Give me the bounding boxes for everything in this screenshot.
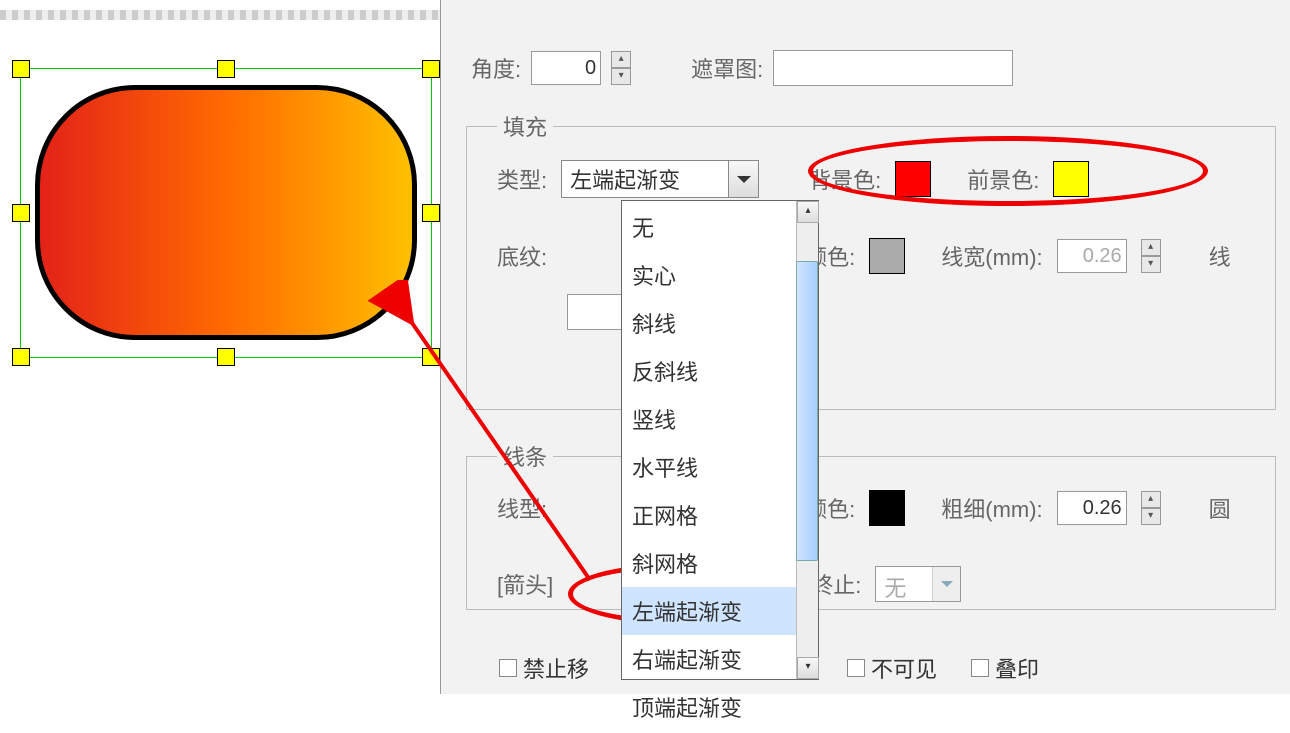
chevron-up-icon[interactable]: ▴ (611, 51, 631, 68)
line-color-swatch[interactable] (869, 490, 905, 526)
fill-type-option[interactable]: 无 (622, 203, 818, 251)
canvas-area[interactable] (0, 10, 440, 380)
mask-label: 遮罩图: (691, 52, 763, 84)
properties-panel: 角度: 0 ▴▾ 遮罩图: 填充 类型: 左端起渐变 背景色: 前景色: 底纹: (440, 0, 1290, 694)
arrow-label: [箭头] (497, 568, 553, 600)
fill-type-dropdown-list[interactable]: 无实心斜线反斜线竖线水平线正网格斜网格左端起渐变右端起渐变顶端起渐变 ▴ ▾ (621, 200, 819, 680)
handle-mid-right[interactable] (422, 204, 440, 222)
bg-color-label: 背景色: (809, 163, 881, 195)
fill-linewidth-spinner[interactable]: ▴▾ (1141, 239, 1161, 273)
fill-type-option[interactable]: 水平线 (622, 443, 818, 491)
top-row: 角度: 0 ▴▾ 遮罩图: (471, 50, 1013, 86)
fill-type-option[interactable]: 右端起渐变 (622, 635, 818, 683)
checkbox-box-icon (971, 659, 989, 677)
line-round-label: 圆 (1209, 492, 1231, 524)
angle-spinner[interactable]: ▴▾ (611, 51, 631, 85)
fill-line-color-swatch[interactable] (869, 238, 905, 274)
fill-type-dropdown-button[interactable] (728, 161, 758, 197)
scroll-down-button[interactable]: ▾ (797, 657, 819, 679)
fill-linewidth-label: 线宽(mm): (941, 240, 1042, 272)
lock-checkbox[interactable]: 禁止移 (499, 652, 589, 684)
scroll-up-button[interactable]: ▴ (797, 201, 819, 223)
handle-top-left[interactable] (12, 60, 30, 78)
overprint-checkbox[interactable]: 叠印 (971, 652, 1039, 684)
lock-label: 禁止移 (523, 652, 589, 684)
fg-color-label: 前景色: (967, 163, 1039, 195)
line-width-label: 粗细(mm): (941, 492, 1042, 524)
selection-bounds (20, 68, 432, 358)
angle-label: 角度: (471, 52, 521, 84)
fill-type-option[interactable]: 竖线 (622, 395, 818, 443)
scroll-thumb[interactable] (796, 261, 818, 561)
handle-bottom-right[interactable] (422, 348, 440, 366)
end-combo[interactable]: 无 (875, 566, 961, 602)
fill-type-option[interactable]: 斜网格 (622, 539, 818, 587)
fill-type-option[interactable]: 左端起渐变 (622, 587, 818, 635)
fill-legend: 填充 (497, 110, 553, 142)
mask-input[interactable] (773, 50, 1013, 86)
bg-color-swatch[interactable] (895, 161, 931, 197)
handle-bottom-center[interactable] (217, 348, 235, 366)
fill-group: 填充 类型: 左端起渐变 背景色: 前景色: 底纹: 颜色: 线宽(mm): 0… (466, 110, 1276, 410)
chevron-down-icon[interactable]: ▾ (611, 68, 631, 85)
handle-mid-left[interactable] (12, 204, 30, 222)
fill-linewidth-input[interactable]: 0.26 (1057, 239, 1127, 273)
fill-type-label: 类型: (497, 163, 547, 195)
invisible-label: 不可见 (871, 652, 937, 684)
invisible-checkbox[interactable]: 不可见 (847, 652, 937, 684)
scrollbar-track[interactable]: ▴ ▾ (796, 201, 818, 679)
handle-top-center[interactable] (217, 60, 235, 78)
fill-type-option[interactable]: 斜线 (622, 299, 818, 347)
handle-top-right[interactable] (422, 60, 440, 78)
pattern-label: 底纹: (497, 240, 547, 272)
fill-type-value: 左端起渐变 (562, 163, 728, 195)
end-combo-button[interactable] (932, 567, 960, 601)
fill-type-option[interactable]: 实心 (622, 251, 818, 299)
handle-bottom-left[interactable] (12, 348, 30, 366)
fg-color-swatch[interactable] (1053, 161, 1089, 197)
fill-type-option[interactable]: 正网格 (622, 491, 818, 539)
ruler (0, 10, 440, 20)
overprint-label: 叠印 (995, 652, 1039, 684)
fill-type-option[interactable]: 反斜线 (622, 347, 818, 395)
end-combo-value: 无 (876, 567, 932, 601)
fill-type-combo[interactable]: 左端起渐变 (561, 160, 759, 198)
fill-type-option[interactable]: 顶端起渐变 (622, 683, 818, 731)
line-legend: 线条 (497, 440, 553, 472)
checkbox-box-icon (847, 659, 865, 677)
fill-line-suffix: 线 (1209, 240, 1231, 272)
angle-input[interactable]: 0 (531, 51, 601, 85)
line-width-spinner[interactable]: ▴▾ (1141, 491, 1161, 525)
line-group: 线条 线型: 颜色: 粗细(mm): 0.26 ▴▾ 圆 [箭头] 终止: 无 (466, 440, 1276, 610)
line-width-input[interactable]: 0.26 (1057, 491, 1127, 525)
checkbox-box-icon (499, 659, 517, 677)
line-type-label: 线型: (497, 492, 547, 524)
